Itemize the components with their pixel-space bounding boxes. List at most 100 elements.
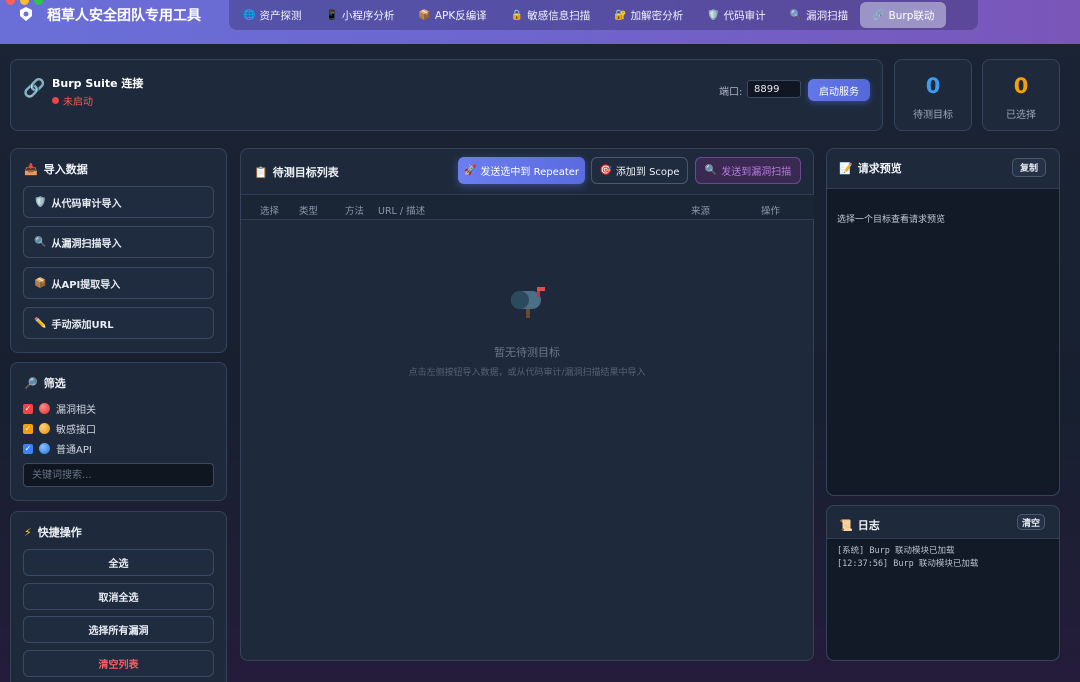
select-all-button[interactable]: 全选 bbox=[23, 549, 214, 576]
selected-count-card: 0 已选择 bbox=[982, 59, 1060, 131]
clipboard-icon: 📋 bbox=[254, 165, 268, 179]
package-icon: 📦 bbox=[418, 9, 431, 21]
col-method: 方法 bbox=[345, 206, 365, 217]
log-panel: 📜 日志 清空 [系统] Burp 联动模块已加载 [12:37:56] Burp… bbox=[826, 505, 1060, 661]
lock-icon: 🔒 bbox=[510, 9, 524, 21]
pending-label: 待测目标 bbox=[913, 110, 953, 121]
col-select: 选择 bbox=[260, 206, 280, 217]
filter-api-row[interactable]: ✓ 普通API bbox=[23, 441, 92, 456]
clear-log-button[interactable]: 清空 bbox=[1017, 514, 1045, 530]
status-dot-icon bbox=[52, 97, 59, 104]
col-actions: 操作 bbox=[761, 206, 781, 217]
filter-sensitive-row[interactable]: ✓ 敏感接口 bbox=[23, 421, 96, 436]
maximize-window-button[interactable] bbox=[34, 0, 43, 5]
magnifier-icon: 🔍 bbox=[789, 9, 803, 21]
import-api-button[interactable]: 📦 从API提取导入 bbox=[23, 267, 214, 299]
add-url-button[interactable]: ✏️ 手动添加URL bbox=[23, 307, 214, 339]
title-bar: 稻草人安全团队专用工具 🌐 资产探测 📱 小程序分析 📦 APK反编译 🔒 敏感信息扫描… bbox=[0, 0, 1080, 44]
magnifier-icon: 🔍 bbox=[34, 236, 47, 248]
pending-count: 0 bbox=[925, 74, 941, 98]
app-title: 稻草人安全团队专用工具 bbox=[47, 8, 201, 24]
tab-code-audit[interactable]: 🛡️ 代码审计 bbox=[695, 2, 777, 28]
keyword-search-input[interactable] bbox=[23, 463, 214, 487]
log-header: 📜 日志 bbox=[839, 518, 880, 533]
log-line: [12:37:56] Burp 联动模块已加载 bbox=[837, 559, 979, 569]
filter-api-checkbox[interactable]: ✓ bbox=[23, 443, 33, 454]
quick-header: ⚡ 快捷操作 bbox=[24, 525, 82, 540]
col-source: 来源 bbox=[691, 206, 711, 217]
import-vuln-scan-button[interactable]: 🔍 从漏洞扫描导入 bbox=[23, 226, 214, 258]
connection-title: Burp Suite 连接 bbox=[52, 77, 144, 90]
orange-circle-icon bbox=[39, 423, 50, 434]
burp-connection-panel: 🔗 Burp Suite 连接 未启动 端口: 启动服务 bbox=[10, 59, 883, 131]
rocket-icon: 🚀 bbox=[463, 165, 477, 176]
port-label: 端口: bbox=[719, 87, 743, 98]
red-circle-icon bbox=[39, 403, 50, 414]
connection-status: 未启动 bbox=[52, 93, 93, 108]
log-body: [系统] Burp 联动模块已加载 [12:37:56] Burp 联动模块已加… bbox=[827, 538, 1059, 660]
import-panel: 📥 导入数据 🛡️ 从代码审计导入 🔍 从漏洞扫描导入 📦 从API提取导入 ✏️ 手动添… bbox=[10, 148, 227, 353]
deselect-all-button[interactable]: 取消全选 bbox=[23, 583, 214, 610]
targets-panel: 📋 待测目标列表 🚀 发送选中到 Repeater 🎯 添加到 Scope 🔍 发送到漏… bbox=[240, 148, 814, 661]
tab-sensitive-scan[interactable]: 🔒 敏感信息扫描 bbox=[499, 2, 602, 28]
targets-header: 📋 待测目标列表 bbox=[254, 165, 339, 180]
start-service-button[interactable]: 启动服务 bbox=[808, 79, 870, 101]
close-window-button[interactable] bbox=[6, 0, 15, 5]
minimize-window-button[interactable] bbox=[20, 0, 29, 5]
filter-vuln-row[interactable]: ✓ 漏洞相关 bbox=[23, 401, 96, 416]
filter-panel: 🔎 筛选 ✓ 漏洞相关 ✓ 敏感接口 ✓ 普通API bbox=[10, 362, 227, 501]
status-text: 未启动 bbox=[63, 97, 93, 108]
targets-table-header: 选择 类型 方法 URL / 描述 来源 操作 bbox=[241, 194, 814, 220]
shield-icon: 🛡️ bbox=[34, 196, 47, 208]
filter-vuln-checkbox[interactable]: ✓ bbox=[23, 403, 33, 414]
preview-placeholder: 选择一个目标查看请求预览 bbox=[837, 215, 946, 225]
magnifier-icon: 🔍 bbox=[704, 165, 718, 176]
import-header: 📥 导入数据 bbox=[24, 162, 88, 177]
preview-header: 📝 请求预览 bbox=[839, 161, 902, 176]
port-input[interactable] bbox=[747, 80, 801, 98]
copy-button[interactable]: 复制 bbox=[1012, 158, 1046, 177]
col-type: 类型 bbox=[299, 206, 319, 217]
link-icon: 🔗 bbox=[872, 9, 885, 21]
tab-burp[interactable]: 🔗 Burp联动 bbox=[860, 2, 947, 28]
empty-state-hint: 点击左侧按钮导入数据，或从代码审计/漏洞扫描结果中导入 bbox=[408, 368, 646, 378]
shield-icon: 🛡️ bbox=[707, 9, 720, 21]
preview-body: 选择一个目标查看请求预览 bbox=[827, 188, 1059, 495]
main-nav: 🌐 资产探测 📱 小程序分析 📦 APK反编译 🔒 敏感信息扫描 🔐 加解密分析 🛡️ 代码… bbox=[229, 0, 978, 30]
lightning-icon: ⚡ bbox=[24, 525, 32, 539]
col-url: URL / 描述 bbox=[378, 206, 426, 217]
pencil-icon: ✏️ bbox=[34, 317, 47, 329]
globe-icon: 🌐 bbox=[243, 9, 256, 21]
send-to-scan-button[interactable]: 🔍 发送到漏洞扫描 bbox=[695, 157, 801, 184]
log-line: [系统] Burp 联动模块已加载 bbox=[837, 546, 955, 556]
quick-actions-panel: ⚡ 快捷操作 全选 取消全选 选择所有漏洞 清空列表 bbox=[10, 511, 227, 682]
import-code-audit-button[interactable]: 🛡️ 从代码审计导入 bbox=[23, 186, 214, 218]
package-icon: 📦 bbox=[34, 277, 47, 289]
link-icon: 🔗 bbox=[23, 78, 46, 99]
memo-icon: 📝 bbox=[839, 161, 853, 175]
tab-vuln-scan[interactable]: 🔍 漏洞扫描 bbox=[778, 2, 860, 28]
filter-header: 🔎 筛选 bbox=[24, 376, 66, 391]
mailbox-icon bbox=[509, 285, 547, 327]
scroll-icon: 📜 bbox=[839, 518, 853, 532]
window-controls bbox=[6, 0, 43, 5]
magnifier-icon: 🔎 bbox=[24, 376, 38, 390]
tab-apk-decompile[interactable]: 📦 APK反编译 bbox=[406, 2, 498, 28]
blue-circle-icon bbox=[39, 443, 50, 454]
send-to-repeater-button[interactable]: 🚀 发送选中到 Repeater bbox=[458, 157, 585, 184]
selected-count: 0 bbox=[1013, 74, 1029, 98]
clear-list-button[interactable]: 清空列表 bbox=[23, 650, 214, 677]
pending-count-card: 0 待测目标 bbox=[894, 59, 972, 131]
add-to-scope-button[interactable]: 🎯 添加到 Scope bbox=[591, 157, 688, 184]
selected-label: 已选择 bbox=[1006, 110, 1036, 121]
lock-key-icon: 🔐 bbox=[614, 9, 627, 21]
select-all-vulns-button[interactable]: 选择所有漏洞 bbox=[23, 616, 214, 643]
tab-miniprogram[interactable]: 📱 小程序分析 bbox=[313, 2, 406, 28]
phone-icon: 📱 bbox=[325, 9, 338, 21]
filter-sensitive-checkbox[interactable]: ✓ bbox=[23, 423, 33, 434]
tab-crypto-analysis[interactable]: 🔐 加解密分析 bbox=[602, 2, 695, 28]
request-preview-panel: 📝 请求预览 复制 选择一个目标查看请求预览 bbox=[826, 148, 1060, 496]
shield-logo-icon bbox=[18, 6, 34, 22]
tab-asset-discovery[interactable]: 🌐 资产探测 bbox=[231, 2, 313, 28]
target-icon: 🎯 bbox=[599, 165, 612, 176]
